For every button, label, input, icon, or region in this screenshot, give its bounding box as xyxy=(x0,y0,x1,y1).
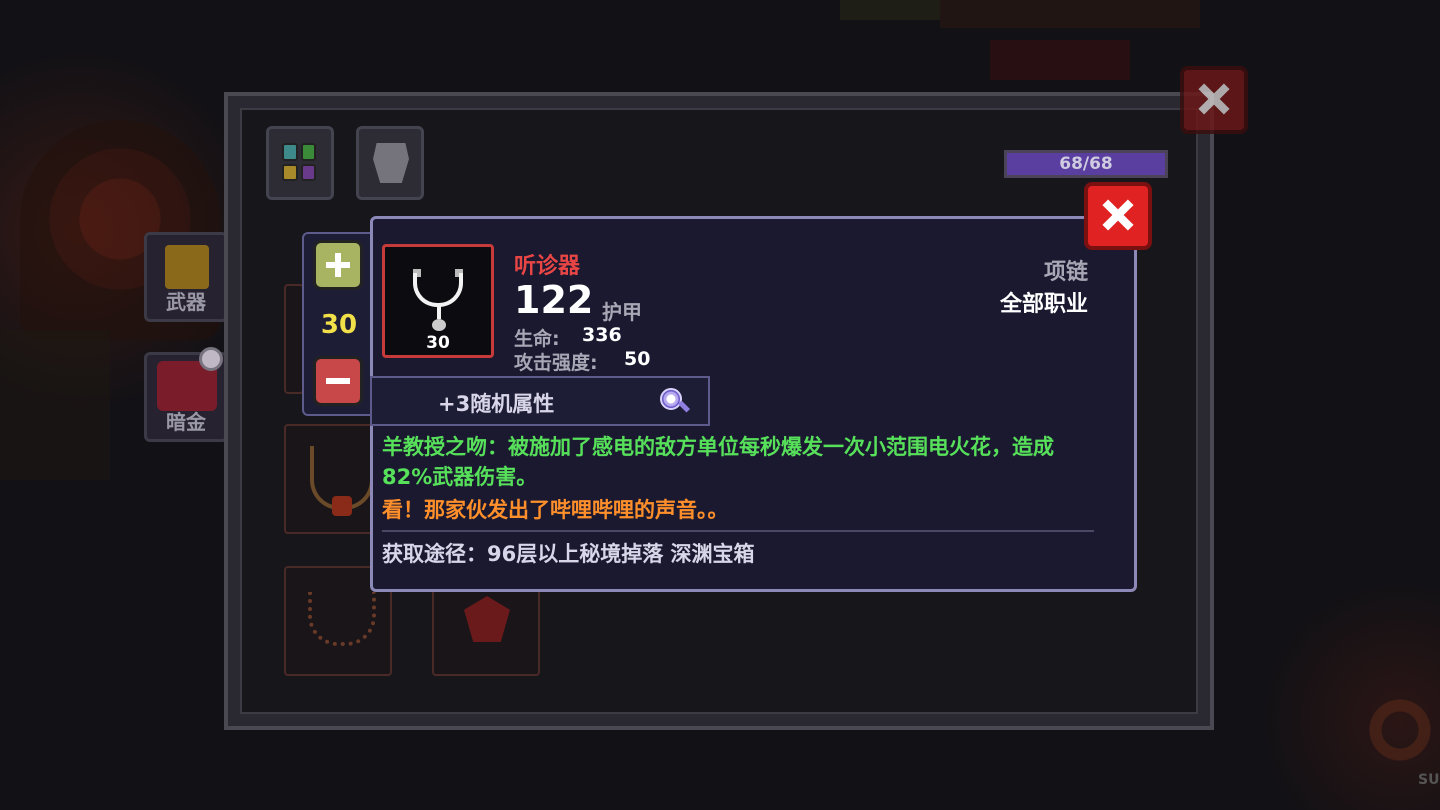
inventory-slot[interactable] xyxy=(284,284,304,394)
stethoscope-tube xyxy=(413,273,463,307)
stethoscope-bell xyxy=(432,319,446,331)
side-tab-weapon[interactable]: 武器 xyxy=(144,232,228,322)
stat-row-attack: 攻击强度: 50 xyxy=(514,348,650,375)
side-tab-dark-gold[interactable]: 暗金 xyxy=(144,347,228,442)
game-screen: SU 武器 暗金 68/68 30 30 听诊器 122 护甲 生命: 336 … xyxy=(0,0,1440,810)
magnifier-lens xyxy=(660,388,682,410)
necklace-icon xyxy=(310,446,374,516)
helmet-icon xyxy=(373,143,409,183)
stat-label: 攻击强度: xyxy=(514,352,598,374)
increase-button[interactable] xyxy=(313,240,363,290)
notification-dot xyxy=(199,347,223,371)
stat-label: 生命: xyxy=(514,328,560,350)
item-source: 获取途径：96层以上秘境掉落 深渊宝箱 xyxy=(382,542,755,566)
magnifier-icon[interactable] xyxy=(658,386,691,416)
armor-value: 122 xyxy=(514,278,594,322)
swirl-icon xyxy=(1360,690,1440,770)
corner-text: SU xyxy=(1418,772,1440,788)
class-requirement: 全部职业 xyxy=(999,292,1088,317)
close-tooltip-button[interactable] xyxy=(1084,182,1152,250)
quantity-value: 30 xyxy=(320,310,358,340)
close-inventory-button[interactable] xyxy=(1180,66,1248,134)
magnifier-handle xyxy=(677,400,691,413)
side-tab-label: 暗金 xyxy=(166,410,206,434)
stethoscope-stem xyxy=(437,305,441,319)
capacity-text: 68/68 xyxy=(1059,154,1113,174)
necklace-icon xyxy=(308,592,376,646)
stat-value: 336 xyxy=(582,324,622,346)
item-icon-frame: 30 xyxy=(382,244,494,358)
top-button-decoration xyxy=(990,40,1130,80)
stat-value: 50 xyxy=(624,348,651,370)
item-level: 30 xyxy=(426,333,450,353)
divider xyxy=(382,530,1094,532)
tab-all-items[interactable] xyxy=(266,126,334,200)
side-tab-label: 武器 xyxy=(166,290,206,314)
flavor-text: 看！那家伙发出了哔哩哔哩的声音。。 xyxy=(382,498,729,522)
item-name: 听诊器 xyxy=(514,254,581,279)
grid-icon xyxy=(282,143,316,181)
decrease-button[interactable] xyxy=(313,356,363,406)
random-attributes-text: +3随机属性 xyxy=(438,392,555,416)
top-banner-decoration xyxy=(940,0,1200,28)
plus-icon-vertical xyxy=(335,253,341,277)
weapon-icon xyxy=(165,245,209,289)
capacity-bar: 68/68 xyxy=(1004,150,1168,178)
quantity-stepper: 30 xyxy=(302,232,376,416)
shelf-decoration xyxy=(0,330,110,480)
spider-necklace-icon xyxy=(464,596,510,642)
effect-description: 羊教授之吻：被施加了感电的敌方单位每秒爆发一次小范围电火花，造成82%武器伤害。 xyxy=(382,435,1054,489)
tab-armor[interactable] xyxy=(356,126,424,200)
item-slot-type: 项链 xyxy=(1043,260,1088,285)
armor-label: 护甲 xyxy=(602,300,642,324)
minus-icon xyxy=(326,378,350,384)
stat-row-health: 生命: 336 xyxy=(514,324,622,351)
random-attributes-bar[interactable]: +3随机属性 xyxy=(370,376,710,426)
top-item-decoration xyxy=(840,0,940,20)
